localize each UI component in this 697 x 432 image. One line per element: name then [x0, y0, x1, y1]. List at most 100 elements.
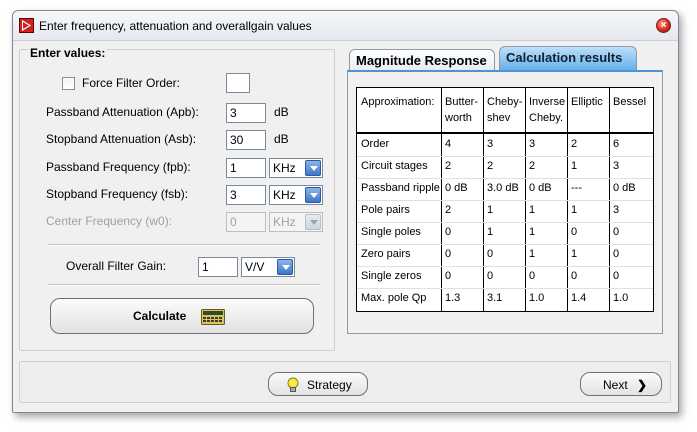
overall-gain-input[interactable]: 1: [198, 257, 238, 277]
calculate-label: Calculate: [133, 309, 187, 323]
next-label: Next: [603, 378, 628, 392]
lightbulb-icon: [287, 377, 299, 393]
chevron-down-icon[interactable]: [277, 259, 293, 275]
main-window: Enter frequency, attenuation and overall…: [12, 10, 679, 413]
table-cell: 3: [613, 204, 620, 216]
calculate-button[interactable]: Calculate: [50, 298, 314, 334]
enter-values-group: Enter values: Force Filter Order: Passba…: [19, 46, 335, 351]
center-frequency-label: Center Frequency (w0):: [46, 214, 173, 228]
row-label: Single poles: [361, 226, 421, 238]
table-cell: 0: [613, 226, 620, 238]
table-cell: 1: [529, 226, 536, 238]
table-cell: 1.3: [445, 292, 461, 304]
chevron-down-icon: [305, 214, 321, 230]
table-cell: 3.0 dB: [487, 182, 519, 194]
stopband-frequency-input[interactable]: 3: [226, 185, 266, 205]
row-divider: [357, 222, 653, 223]
row-divider: [357, 266, 653, 267]
passband-attenuation-input[interactable]: 3: [226, 103, 266, 123]
table-cell: 0: [445, 270, 452, 282]
force-filter-order-checkbox[interactable]: [62, 77, 75, 90]
table-cell: 1: [529, 204, 536, 216]
table-cell: 1: [571, 204, 578, 216]
table-cell: 1: [529, 248, 536, 260]
app-icon: [19, 18, 34, 33]
table-cell: 3: [487, 138, 494, 150]
table-cell: 0 dB: [445, 182, 468, 194]
stopband-frequency-label: Stopband Frequency (fsb):: [46, 187, 189, 201]
column-header: Cheby- shev: [487, 96, 523, 124]
force-filter-order-label: Force Filter Order:: [82, 76, 181, 90]
table-cell: 0: [613, 270, 620, 282]
table-cell: 1: [487, 226, 494, 238]
passband-frequency-label: Passband Frequency (fpb):: [46, 160, 191, 174]
table-cell: 0 dB: [613, 182, 636, 194]
table-cell: 2: [445, 204, 452, 216]
force-filter-order-input[interactable]: [226, 73, 250, 93]
row-label: Order: [361, 138, 390, 150]
stopband-attenuation-unit: dB: [274, 132, 289, 146]
group-title: Enter values:: [28, 46, 108, 60]
table-cell: 2: [487, 160, 494, 172]
table-cell: 0: [445, 226, 452, 238]
bottom-bar: Strategy Next ❯: [19, 361, 671, 403]
table-cell: 0: [613, 248, 620, 260]
table-cell: 0: [487, 270, 494, 282]
tab-calculation-results[interactable]: Calculation results: [499, 46, 637, 71]
table-cell: 1: [571, 248, 578, 260]
selected-unit: V/V: [245, 260, 265, 274]
calculation-results-panel: Approximation: Butter- worth Cheby- shev In…: [347, 70, 663, 334]
chevron-right-icon: ❯: [637, 378, 648, 392]
row-divider: [357, 288, 653, 289]
tab-magnitude-response[interactable]: Magnitude Response: [349, 49, 495, 71]
stopband-frequency-unit-select[interactable]: KHz: [269, 185, 323, 205]
row-label: Pole pairs: [361, 204, 410, 216]
passband-frequency-input[interactable]: 1: [226, 158, 266, 178]
column-header: Approximation:: [361, 96, 435, 108]
table-cell: 1.0: [529, 292, 545, 304]
window-title: Enter frequency, attenuation and overall…: [39, 19, 312, 33]
chevron-down-icon[interactable]: [305, 187, 321, 203]
row-label: Single zeros: [361, 270, 422, 282]
row-divider: [357, 178, 653, 179]
row-label: Zero pairs: [361, 248, 411, 260]
table-cell: 2: [529, 160, 536, 172]
center-frequency-input: 0: [226, 212, 266, 232]
divider: [48, 284, 320, 286]
table-cell: 2: [571, 138, 578, 150]
row-label: Max. pole Qp: [361, 292, 427, 304]
next-button[interactable]: Next ❯: [580, 372, 662, 396]
chevron-down-icon[interactable]: [305, 160, 321, 176]
strategy-button[interactable]: Strategy: [268, 372, 368, 396]
close-button[interactable]: ×: [656, 18, 671, 33]
overall-gain-label: Overall Filter Gain:: [66, 259, 167, 273]
row-divider: [357, 156, 653, 157]
overall-gain-unit-select[interactable]: V/V: [241, 257, 295, 277]
divider: [48, 244, 320, 246]
column-header: Bessel: [613, 96, 647, 108]
column-header: Elliptic: [571, 96, 603, 108]
title-bar[interactable]: Enter frequency, attenuation and overall…: [13, 11, 678, 41]
table-cell: 1.4: [571, 292, 587, 304]
table-cell: 4: [445, 138, 452, 150]
table-cell: 3: [613, 160, 620, 172]
table-cell: 1: [487, 204, 494, 216]
table-cell: 3.1: [487, 292, 503, 304]
table-cell: 3: [529, 138, 536, 150]
strategy-label: Strategy: [307, 378, 352, 392]
passband-frequency-unit-select[interactable]: KHz: [269, 158, 323, 178]
row-label: Passband ripple: [361, 182, 440, 194]
table-cell: ---: [571, 182, 582, 194]
row-divider: [357, 200, 653, 201]
selected-unit: KHz: [273, 215, 296, 229]
table-cell: 0: [571, 226, 578, 238]
table-cell: 6: [613, 138, 620, 150]
table-cell: 1.0: [613, 292, 629, 304]
row-divider: [357, 244, 653, 245]
row-label: Circuit stages: [361, 160, 428, 172]
passband-attenuation-label: Passband Attenuation (Apb):: [46, 105, 199, 119]
passband-attenuation-unit: dB: [274, 105, 289, 119]
table-cell: 0: [529, 270, 536, 282]
stopband-attenuation-input[interactable]: 30: [226, 130, 266, 150]
table-cell: 0: [571, 270, 578, 282]
